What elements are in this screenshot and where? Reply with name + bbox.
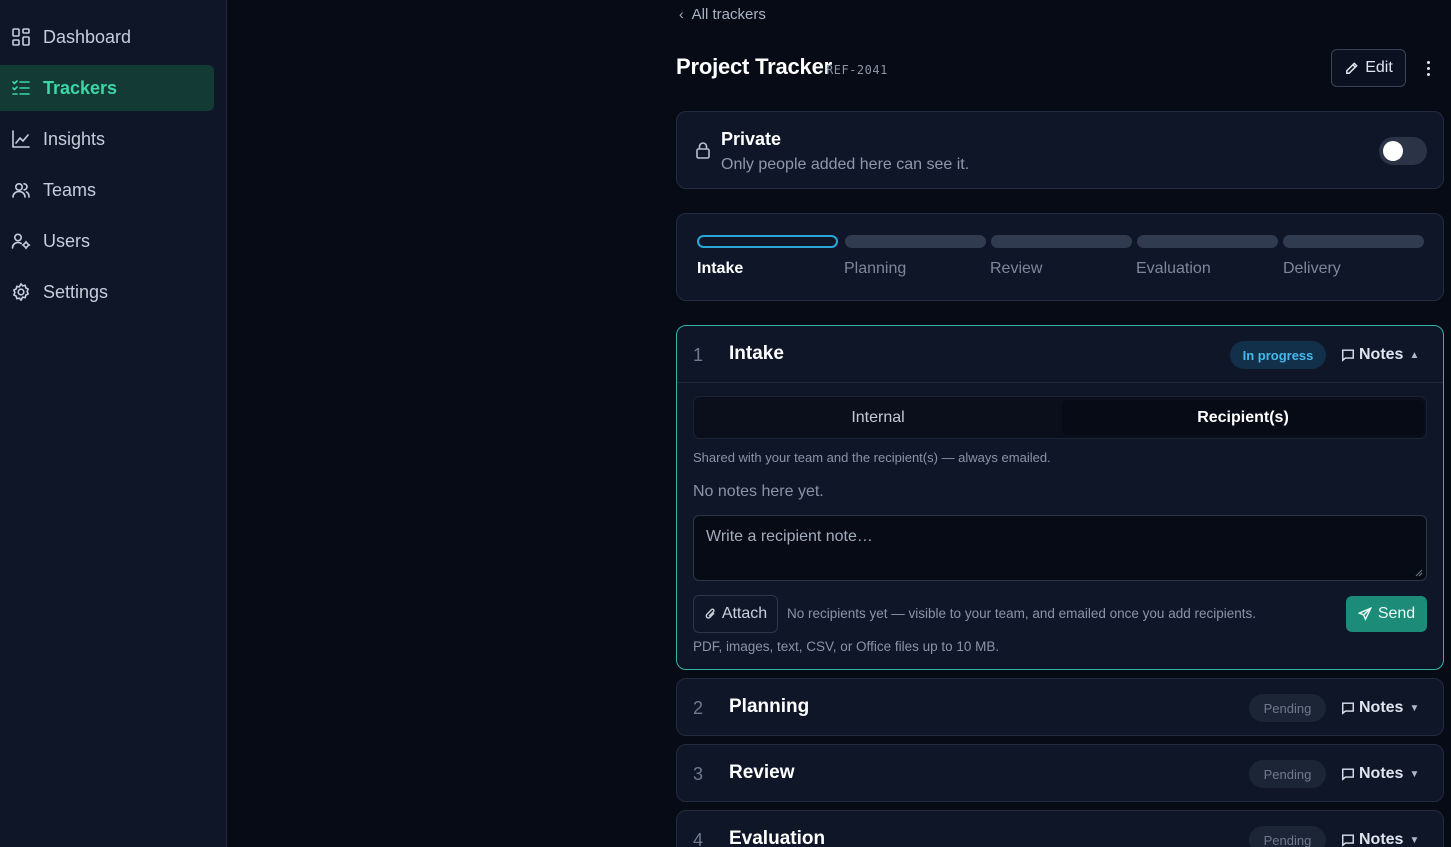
stage-planning[interactable]: 2 Planning Pending Notes ▼	[676, 678, 1444, 736]
step-bar-planning[interactable]	[845, 235, 986, 248]
stage-number: 2	[693, 698, 704, 718]
sidebar-item-label: Teams	[43, 179, 97, 200]
recipients-status-text: No recipients yet — visible to your team…	[787, 606, 1256, 621]
toggle-knob	[1383, 141, 1403, 161]
chevron-down-icon: ▼	[1409, 702, 1420, 714]
lock-icon	[695, 141, 711, 164]
sidebar: Dashboard Trackers Insights Teams Users	[0, 0, 227, 847]
attach-label: Attach	[721, 605, 768, 622]
sidebar-item-settings[interactable]: Settings	[0, 269, 214, 315]
chevron-left-icon: ‹	[679, 6, 684, 22]
step-label-delivery[interactable]: Delivery	[1283, 260, 1341, 278]
step-bar-review[interactable]	[991, 235, 1132, 248]
page-title: Project Tracker	[676, 54, 832, 79]
back-link-label: All trackers	[691, 5, 766, 23]
notes-toggle-button[interactable]: Notes ▼	[1341, 762, 1419, 786]
stage-number: 1	[693, 345, 704, 365]
status-badge: Pending	[1249, 694, 1326, 722]
back-link[interactable]: ‹ All trackers	[679, 4, 766, 24]
sidebar-item-teams[interactable]: Teams	[0, 167, 214, 213]
notes-toggle-button[interactable]: Notes ▼	[1341, 828, 1419, 847]
comment-icon	[1342, 768, 1354, 781]
app: Dashboard Trackers Insights Teams Users	[0, 0, 1451, 847]
step-label-intake[interactable]: Intake	[697, 260, 743, 278]
send-button[interactable]: Send	[1346, 596, 1427, 632]
more-menu-button[interactable]	[1419, 56, 1437, 80]
step-bar-intake[interactable]	[697, 235, 838, 248]
users-icon	[10, 179, 32, 201]
dot-icon	[1426, 66, 1430, 70]
paperclip-icon	[705, 608, 715, 619]
send-icon	[1357, 607, 1372, 621]
notes-toggle-button[interactable]: Notes ▲	[1341, 343, 1419, 367]
sidebar-item-label: Settings	[43, 281, 109, 302]
comment-icon	[1342, 702, 1354, 715]
edit-label: Edit	[1365, 59, 1393, 76]
sidebar-item-trackers[interactable]: Trackers	[0, 65, 214, 111]
privacy-title: Private	[721, 129, 782, 149]
attach-button[interactable]: Attach	[693, 595, 778, 633]
recipient-note-input[interactable]: Write a recipient note…	[693, 515, 1427, 581]
progress-steps: Intake Planning Review Evaluation Delive…	[676, 213, 1444, 301]
dot-icon	[1426, 60, 1430, 64]
stage-number: 4	[693, 830, 704, 847]
tab-internal[interactable]: Internal	[697, 400, 1059, 435]
step-bar-evaluation[interactable]	[1137, 235, 1278, 248]
divider	[677, 382, 1443, 383]
step-label-evaluation[interactable]: Evaluation	[1136, 260, 1211, 278]
privacy-toggle[interactable]	[1379, 137, 1427, 165]
stage-intake: 1 Intake In progress Notes ▲ Internal Re…	[676, 325, 1444, 670]
empty-notes-text: No notes here yet.	[693, 483, 824, 500]
status-badge: Pending	[1249, 760, 1326, 788]
notes-label: Notes	[1359, 699, 1404, 716]
input-placeholder: Write a recipient note…	[706, 528, 873, 545]
sidebar-item-dashboard[interactable]: Dashboard	[0, 14, 214, 60]
stage-number: 3	[693, 764, 704, 784]
file-types-hint: PDF, images, text, CSV, or Office files …	[693, 639, 1000, 654]
stage-title: Intake	[729, 343, 784, 364]
dashboard-icon	[10, 26, 32, 48]
privacy-subtitle: Only people added here can see it.	[721, 156, 970, 173]
stage-review[interactable]: 3 Review Pending Notes ▼	[676, 744, 1444, 802]
edit-button[interactable]: Edit	[1331, 49, 1406, 87]
resize-handle-icon[interactable]	[1415, 569, 1423, 577]
notes-toggle-button[interactable]: Notes ▼	[1341, 696, 1419, 720]
stage-title: Planning	[729, 696, 810, 717]
tab-recipients[interactable]: Recipient(s)	[1062, 400, 1424, 435]
privacy-card: Private Only people added here can see i…	[676, 111, 1444, 189]
step-bar-delivery[interactable]	[1283, 235, 1424, 248]
step-label-review[interactable]: Review	[990, 260, 1042, 278]
chevron-down-icon: ▼	[1409, 768, 1420, 780]
comment-icon	[1342, 834, 1354, 847]
sidebar-item-label: Insights	[43, 128, 106, 149]
chevron-down-icon: ▼	[1409, 834, 1420, 846]
notes-help-text: Shared with your team and the recipient(…	[693, 450, 1051, 465]
sidebar-item-label: Dashboard	[43, 26, 132, 47]
stage-title: Evaluation	[729, 828, 826, 847]
chart-icon	[10, 128, 32, 150]
sidebar-item-insights[interactable]: Insights	[0, 116, 214, 162]
stage-title: Review	[729, 762, 795, 783]
reference-code: REF-2041	[826, 63, 888, 77]
notes-label: Notes	[1359, 346, 1404, 363]
notes-label: Notes	[1359, 831, 1404, 847]
user-gear-icon	[10, 230, 32, 252]
dot-icon	[1426, 72, 1430, 76]
sidebar-item-users[interactable]: Users	[0, 218, 214, 264]
notes-label: Notes	[1359, 765, 1404, 782]
checklist-icon	[10, 77, 32, 99]
pencil-icon	[1346, 61, 1358, 74]
sidebar-item-label: Users	[43, 230, 91, 251]
status-badge: Pending	[1249, 826, 1326, 847]
step-label-planning[interactable]: Planning	[844, 260, 906, 278]
send-label: Send	[1377, 605, 1416, 622]
status-badge: In progress	[1230, 341, 1326, 369]
comment-icon	[1342, 349, 1354, 362]
gear-icon	[10, 281, 32, 303]
chevron-up-icon: ▲	[1409, 349, 1420, 361]
sidebar-item-label: Trackers	[43, 77, 118, 98]
notes-audience-tabs: Internal Recipient(s)	[693, 396, 1427, 439]
stage-evaluation[interactable]: 4 Evaluation Pending Notes ▼	[676, 810, 1444, 847]
